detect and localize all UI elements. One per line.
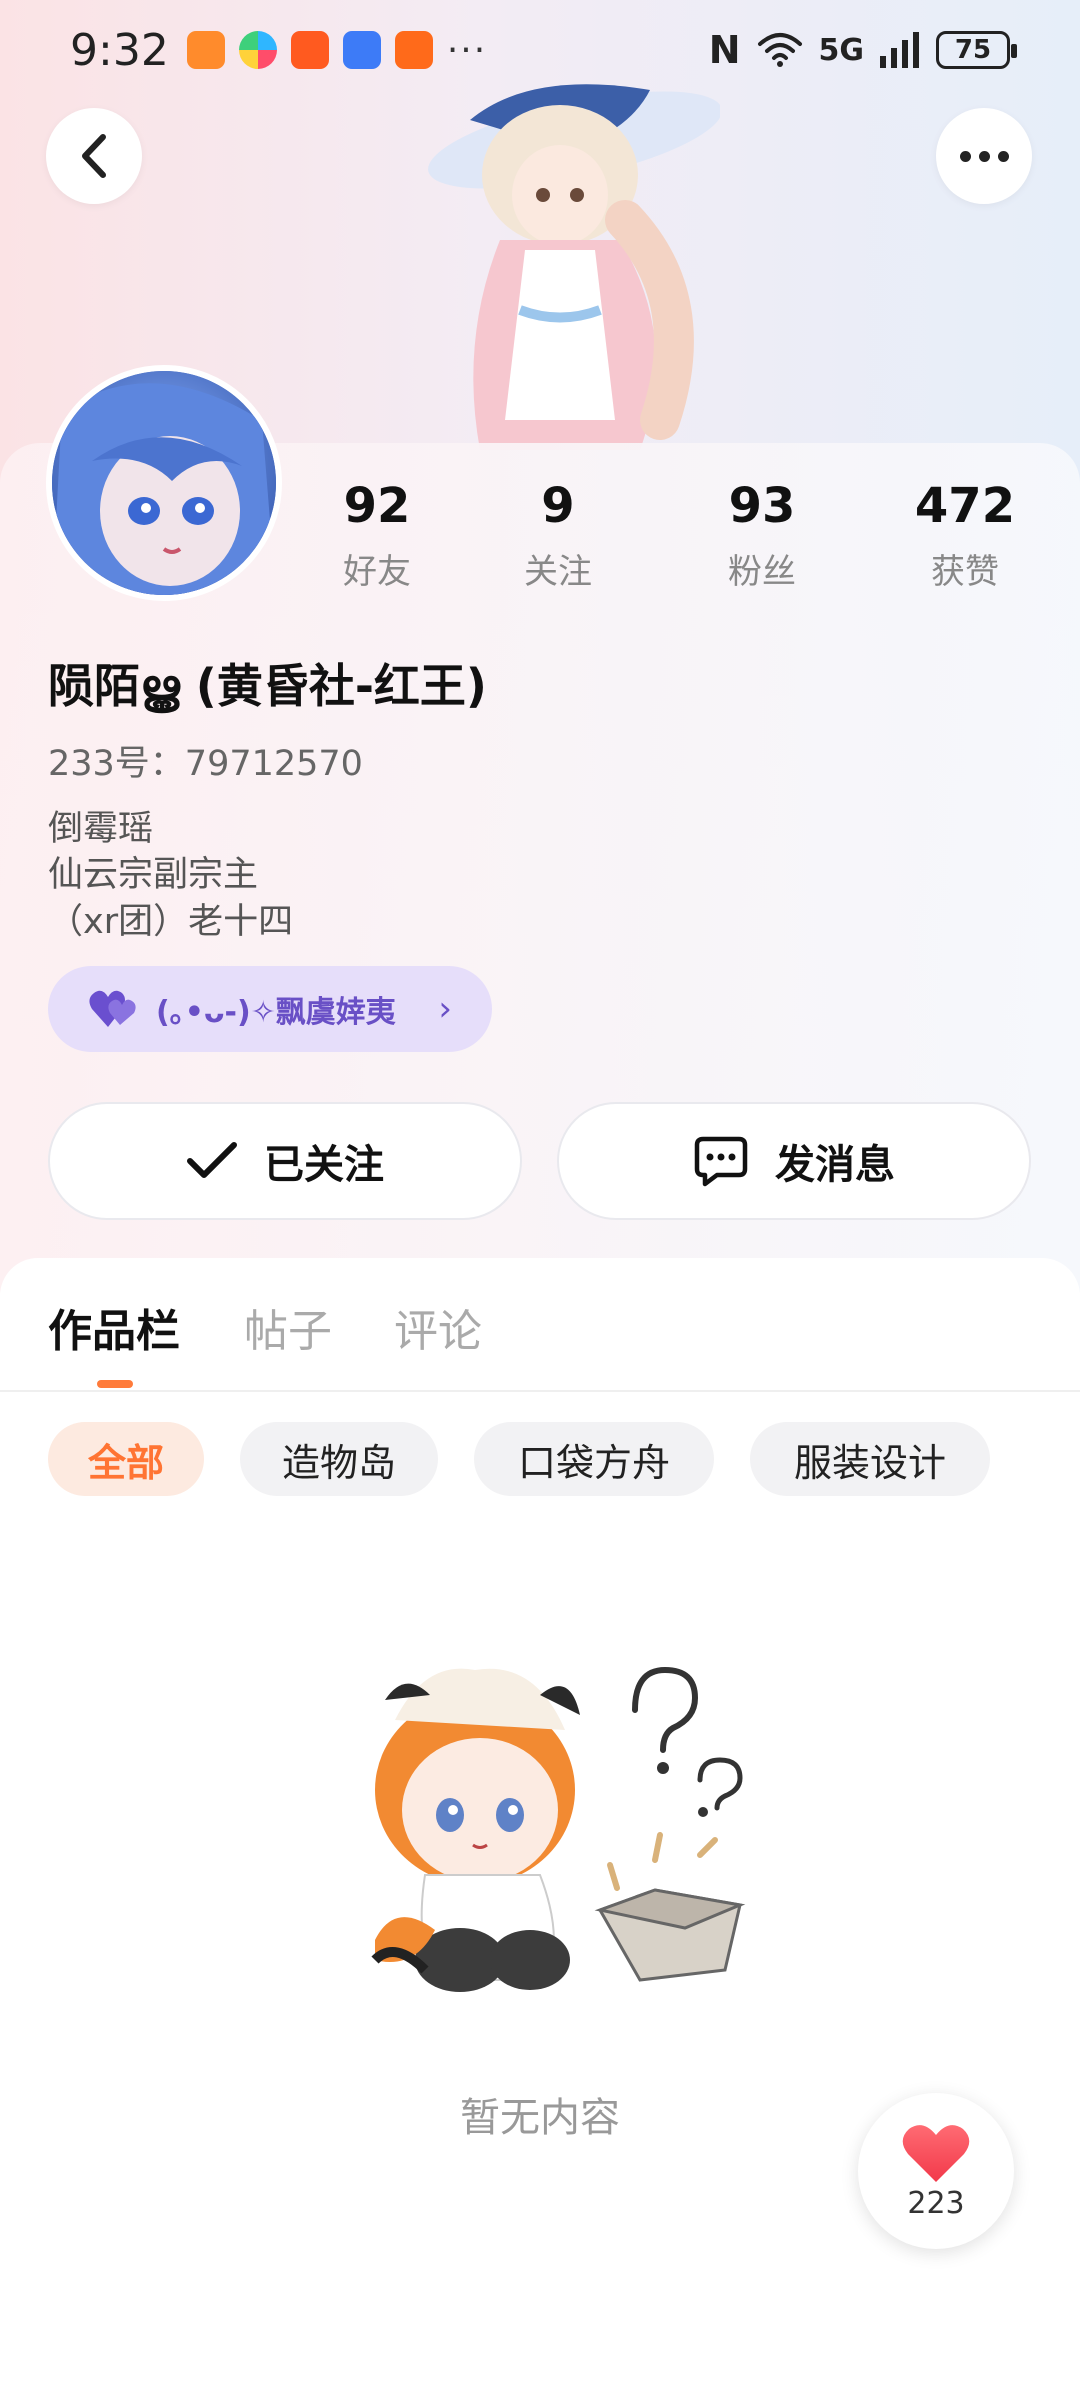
chevron-right-icon: › bbox=[438, 989, 452, 1029]
stat-label: 获赞 bbox=[931, 551, 999, 592]
chevron-left-icon bbox=[82, 134, 106, 178]
message-label: 发消息 bbox=[775, 1142, 895, 1188]
username: 陨陌ൠ (黄昏社-红王) bbox=[48, 659, 487, 713]
signal-icon bbox=[880, 32, 919, 68]
followed-label: 已关注 bbox=[264, 1142, 384, 1188]
wifi-icon bbox=[757, 33, 802, 67]
bio-line: （xr团）老十四 bbox=[48, 902, 294, 942]
notification-icons bbox=[186, 31, 433, 69]
user-id: 233号：79712570 bbox=[48, 744, 363, 784]
chat-bubble-icon bbox=[694, 1136, 748, 1187]
stat-following[interactable]: 9 关注 bbox=[468, 478, 648, 593]
avatar[interactable] bbox=[46, 365, 282, 601]
stat-followers[interactable]: 93 粉丝 bbox=[672, 478, 852, 593]
heart-icon bbox=[902, 2124, 970, 2182]
empty-state-illustration bbox=[371, 1666, 746, 1992]
active-tab-indicator bbox=[97, 1380, 133, 1388]
app-notification-icon bbox=[238, 31, 277, 69]
system-status: N 5G 75 bbox=[708, 28, 1017, 72]
battery-level: 75 bbox=[954, 35, 992, 65]
floating-like-button[interactable]: 223 bbox=[858, 2093, 1014, 2249]
battery-icon: 75 bbox=[936, 31, 1017, 69]
followed-button[interactable]: 已关注 bbox=[48, 1102, 522, 1220]
filter-chip-all[interactable]: 全部 bbox=[48, 1422, 204, 1496]
app-notification-icon bbox=[290, 31, 329, 69]
check-icon bbox=[187, 1142, 237, 1178]
more-horizontal-icon bbox=[959, 150, 1009, 162]
stat-label: 好友 bbox=[343, 551, 411, 592]
music-app-icon bbox=[342, 31, 381, 69]
filter-chip-pocket-ark[interactable]: 口袋方舟 bbox=[474, 1422, 714, 1496]
tab-posts[interactable]: 帖子 bbox=[244, 1295, 332, 1359]
avatar-image bbox=[52, 371, 276, 595]
stat-label: 关注 bbox=[524, 551, 592, 592]
character-illustration bbox=[428, 84, 720, 450]
network-type: 5G bbox=[818, 32, 865, 68]
stat-likes-received[interactable]: 472 获赞 bbox=[875, 478, 1055, 593]
nfc-icon: N bbox=[708, 28, 741, 72]
stat-value: 93 bbox=[728, 478, 796, 534]
stat-value: 472 bbox=[914, 478, 1016, 534]
stat-label: 粉丝 bbox=[728, 551, 796, 592]
back-button[interactable] bbox=[46, 108, 142, 204]
stat-value: 92 bbox=[343, 478, 411, 534]
stat-friends[interactable]: 92 好友 bbox=[287, 478, 467, 593]
more-notifications-icon: ··· bbox=[446, 29, 488, 71]
tab-works[interactable]: 作品栏 bbox=[48, 1295, 180, 1359]
double-heart-icon bbox=[89, 990, 136, 1027]
stat-value: 9 bbox=[541, 478, 575, 534]
more-button[interactable] bbox=[936, 108, 1032, 204]
status-time: 9:32 bbox=[70, 24, 169, 76]
app-notification-icon bbox=[394, 31, 433, 69]
tab-divider bbox=[0, 1390, 1080, 1392]
bio-line: 仙云宗副宗主 bbox=[48, 855, 259, 895]
send-message-button[interactable]: 发消息 bbox=[557, 1102, 1031, 1220]
filter-chip-creation-island[interactable]: 造物岛 bbox=[240, 1422, 438, 1496]
filter-chip-costume-design[interactable]: 服装设计 bbox=[750, 1422, 990, 1496]
badge-label: (｡•ᴗ-)✧飘虞婞夷 bbox=[156, 995, 396, 1030]
relationship-badge[interactable]: (｡•ᴗ-)✧飘虞婞夷 › bbox=[48, 966, 492, 1052]
bio-line: 倒霉瑶 bbox=[48, 809, 154, 849]
tab-comments[interactable]: 评论 bbox=[394, 1295, 482, 1359]
app-notification-icon bbox=[186, 31, 225, 69]
like-count: 223 bbox=[907, 2185, 965, 2221]
